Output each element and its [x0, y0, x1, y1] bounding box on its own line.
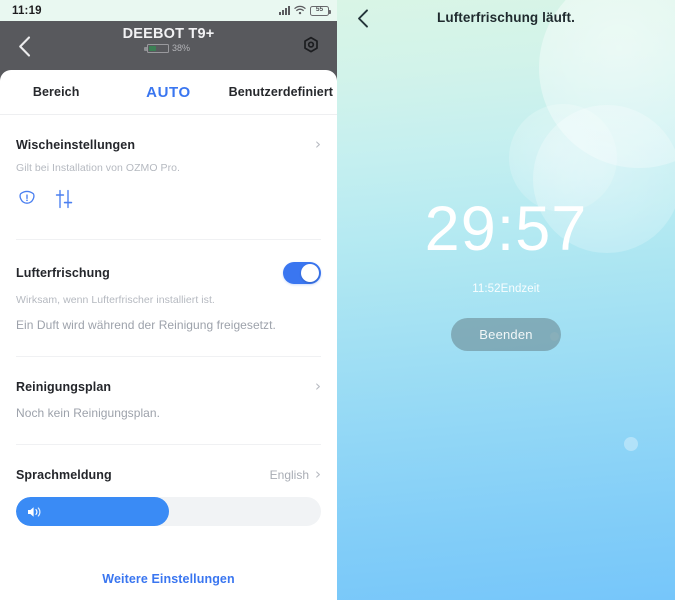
page-title: Lufterfrischung läuft. [437, 10, 575, 25]
chevron-right-icon: › [315, 465, 321, 483]
mop-settings-subtitle: Gilt bei Installation von OZMO Pro. [16, 162, 180, 174]
settings-sheet: Bereich AUTO Benutzerdefiniert Wischeins… [0, 70, 337, 600]
battery-percent-label: 38% [171, 43, 190, 53]
mop-settings-title: Wischeinstellungen [16, 137, 136, 152]
air-freshener-note: Ein Duft wird während der Reinigung frei… [16, 318, 276, 332]
signal-bars-icon [279, 6, 290, 15]
volume-slider[interactable] [16, 497, 321, 526]
page-title: DEEBOT T9+ [122, 26, 215, 42]
status-bar-time: 11:19 [12, 4, 42, 17]
app-screenshot: 11:19 55 DEEBOT T9+ 38% Bereich AUTO Ben… [0, 0, 675, 600]
section-mop-settings[interactable]: Wischeinstellungen › Gilt bei Installati… [16, 115, 321, 215]
more-settings-link[interactable]: Weitere Einstellungen [0, 572, 337, 586]
toggle-knob [301, 264, 319, 282]
app-bar: DEEBOT T9+ 38% [0, 21, 337, 70]
status-bar-indicators: 55 [279, 0, 331, 21]
timer-block: 29:57 11:52Endzeit Beenden [337, 0, 675, 600]
left-panel-robot-settings: 11:19 55 DEEBOT T9+ 38% Bereich AUTO Ben… [0, 0, 337, 600]
air-freshener-toggle[interactable] [283, 262, 321, 284]
voice-report-header[interactable]: Sprachmeldung English › [16, 445, 321, 482]
stop-button[interactable]: Beenden [451, 317, 561, 351]
gear-icon [304, 36, 318, 53]
air-freshener-app-bar: Lufterfrischung läuft. [337, 0, 675, 35]
device-title-block: DEEBOT T9+ 38% [0, 26, 337, 53]
water-warning-shield-icon[interactable] [16, 188, 38, 215]
chevron-right-icon: › [315, 135, 321, 153]
wifi-icon [294, 2, 306, 20]
section-cleaning-schedule[interactable]: Reinigungsplan › Noch kein Reinigungspla… [16, 357, 321, 421]
voice-language-value: English [269, 467, 309, 482]
air-freshener-subtitle: Wirksam, wenn Lufterfrischer installiert… [16, 294, 215, 306]
settings-list: Wischeinstellungen › Gilt bei Installati… [0, 115, 337, 526]
right-panel-air-freshener-running: Lufterfrischung läuft. 29:57 11:52Endzei… [337, 0, 675, 600]
tab-bereich[interactable]: Bereich [0, 85, 112, 99]
tab-benutzerdefiniert[interactable]: Benutzerdefiniert [225, 85, 337, 99]
battery-level-text: 55 [315, 6, 324, 14]
cleaning-schedule-title: Reinigungsplan [16, 379, 112, 394]
status-bar: 11:19 55 [0, 0, 337, 21]
countdown-timer: 29:57 [424, 193, 588, 264]
air-freshener-header: Lufterfrischung [16, 240, 321, 284]
speaker-volume-icon [28, 506, 41, 517]
section-voice-report: Sprachmeldung English › [16, 445, 321, 526]
voice-report-title: Sprachmeldung [16, 467, 112, 482]
tab-auto[interactable]: AUTO [112, 84, 224, 101]
battery-icon [144, 43, 169, 53]
chevron-right-icon: › [315, 377, 321, 395]
section-air-freshener: Lufterfrischung Wirksam, wenn Lufterfris… [16, 240, 321, 332]
sliders-adjust-icon[interactable] [54, 188, 74, 215]
end-time-label: 11:52Endzeit [472, 282, 540, 295]
mop-settings-icons [16, 188, 321, 215]
mop-settings-header[interactable]: Wischeinstellungen › [16, 115, 321, 152]
volume-slider-fill [16, 497, 169, 526]
settings-button[interactable] [298, 33, 324, 59]
mode-tabs: Bereich AUTO Benutzerdefiniert [0, 70, 337, 115]
air-freshener-title: Lufterfrischung [16, 266, 110, 280]
cleaning-schedule-subtitle: Noch kein Reinigungsplan. [16, 406, 161, 420]
battery-icon: 55 [310, 5, 331, 16]
voice-language-selector[interactable]: English › [270, 467, 321, 482]
device-battery-row: 38% [144, 43, 190, 53]
cleaning-schedule-header[interactable]: Reinigungsplan › [16, 357, 321, 394]
